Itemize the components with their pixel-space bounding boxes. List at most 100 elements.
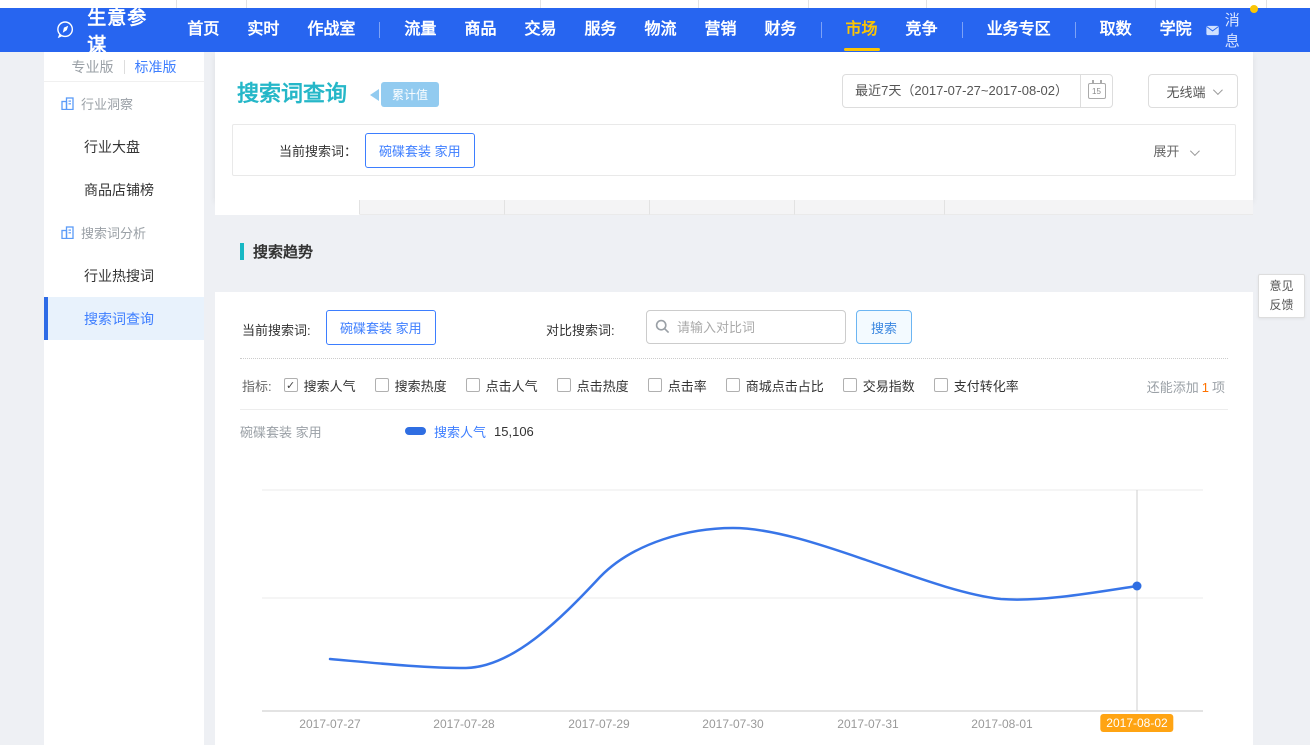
expand-label: 展开 xyxy=(1153,144,1179,159)
terminal-dropdown[interactable]: 无线端 xyxy=(1148,74,1238,108)
sidebar-item-goods-shop-rank[interactable]: 商品店铺榜 xyxy=(44,168,204,211)
metric-trade-index[interactable]: 交易指数 xyxy=(843,376,915,395)
sidebar-item-label: 行业大盘 xyxy=(84,137,140,157)
page-title: 搜索词查询 xyxy=(237,76,347,108)
add-more-hint: 还能添加1项 xyxy=(1147,377,1225,396)
tab-segment[interactable] xyxy=(650,200,795,215)
nav-item-trade[interactable]: 交易 xyxy=(510,8,570,52)
metric-mall-click-share[interactable]: 商城点击占比 xyxy=(726,376,824,395)
sidebar-item-industry-dashboard[interactable]: 行业大盘 xyxy=(44,125,204,168)
calendar-icon: 15 xyxy=(1088,83,1106,99)
checkbox-icon[interactable] xyxy=(557,378,571,392)
sidebar-section-industry-insight: 行业洞察 xyxy=(44,82,204,125)
x-tick: 2017-07-27 xyxy=(299,717,360,731)
calendar-button[interactable]: 15 xyxy=(1080,75,1112,107)
nav-item-goods[interactable]: 商品 xyxy=(450,8,510,52)
expand-toggle[interactable]: 展开 xyxy=(1153,141,1197,160)
sidebar-item-hot-search-words[interactable]: 行业热搜词 xyxy=(44,254,204,297)
metric-search-popularity[interactable]: 搜索人气 xyxy=(284,376,356,395)
tab-segment[interactable] xyxy=(795,200,945,215)
metric-label: 点击热度 xyxy=(577,376,629,395)
endpoint-marker[interactable] xyxy=(1133,582,1142,591)
nav-item-logistics[interactable]: 物流 xyxy=(630,8,690,52)
nav-item-business-zone[interactable]: 业务专区 xyxy=(973,8,1065,52)
nav-item-traffic[interactable]: 流量 xyxy=(390,8,450,52)
sidebar-section-label: 行业洞察 xyxy=(81,94,133,113)
sidebar-item-label: 行业热搜词 xyxy=(84,266,154,286)
sidebar-section-label: 搜索词分析 xyxy=(81,223,146,242)
cumulative-badge: 累计值 xyxy=(370,82,439,107)
nav-divider xyxy=(379,22,380,38)
tab-segment[interactable] xyxy=(505,200,650,215)
nav-item-warroom[interactable]: 作战室 xyxy=(293,8,369,52)
legend-keyword: 碗碟套装 家用 xyxy=(240,422,405,441)
nav-item-home[interactable]: 首页 xyxy=(173,8,233,52)
section-title-text: 搜索趋势 xyxy=(253,241,313,262)
search-button[interactable]: 搜索 xyxy=(856,310,912,344)
sidebar-item-label: 商品店铺榜 xyxy=(84,180,154,200)
nav-item-realtime[interactable]: 实时 xyxy=(233,8,293,52)
nav-item-marketing[interactable]: 营销 xyxy=(691,8,751,52)
nav-divider xyxy=(1075,22,1076,38)
add-more-suffix: 项 xyxy=(1212,380,1225,395)
nav-item-market-active[interactable]: 市场 xyxy=(832,8,892,52)
feedback-label-line2: 反馈 xyxy=(1269,296,1293,315)
current-keyword-button[interactable]: 碗碟套装 家用 xyxy=(365,133,475,168)
metric-click-popularity[interactable]: 点击人气 xyxy=(466,376,538,395)
checkbox-checked-icon[interactable] xyxy=(284,378,298,392)
nav-items: 首页 实时 作战室 流量 商品 交易 服务 物流 营销 财务 市场 竞争 业务专… xyxy=(173,8,1205,52)
nav-item-data-fetch[interactable]: 取数 xyxy=(1086,8,1146,52)
checkbox-icon[interactable] xyxy=(466,378,480,392)
building-icon xyxy=(61,97,74,110)
trend-keyword-button[interactable]: 碗碟套装 家用 xyxy=(326,310,436,345)
nav-item-finance[interactable]: 财务 xyxy=(751,8,811,52)
metric-click-heat[interactable]: 点击热度 xyxy=(557,376,629,395)
chevron-down-icon xyxy=(1212,85,1222,95)
compare-keyword-input[interactable] xyxy=(646,310,846,344)
message-label: 消息 xyxy=(1225,9,1248,51)
checkbox-icon[interactable] xyxy=(375,378,389,392)
brand-name: 生意参谋 xyxy=(87,3,149,57)
current-keyword-label: 当前搜索词： xyxy=(279,141,357,160)
metric-label: 支付转化率 xyxy=(954,376,1019,395)
checkbox-icon[interactable] xyxy=(934,378,948,392)
nav-divider xyxy=(821,22,822,38)
nav-item-academy[interactable]: 学院 xyxy=(1146,8,1206,52)
date-range-picker[interactable]: 最近7天（2017-07-27~2017-08-02） 15 xyxy=(842,74,1113,108)
checkbox-icon[interactable] xyxy=(726,378,740,392)
x-tick-highlighted: 2017-08-02 xyxy=(1100,714,1173,732)
sidebar-item-search-word-query[interactable]: 搜索词查询 xyxy=(44,297,204,340)
version-standard[interactable]: 标准版 xyxy=(135,57,177,77)
x-tick: 2017-08-01 xyxy=(971,717,1032,731)
trend-line-chart[interactable]: 2017-07-27 2017-07-28 2017-07-29 2017-07… xyxy=(262,480,1203,742)
checkbox-icon[interactable] xyxy=(843,378,857,392)
legend-line-swatch xyxy=(405,427,426,435)
terminal-label: 无线端 xyxy=(1166,82,1205,101)
nav-item-competition[interactable]: 竞争 xyxy=(892,8,952,52)
tab-segment-active[interactable] xyxy=(215,200,360,215)
search-trend-card: 当前搜索词: 碗碟套装 家用 对比搜索词: 搜索 指标: 搜索人气 搜索热度 点… xyxy=(215,292,1253,745)
legend-series-name[interactable]: 搜索人气 xyxy=(434,422,486,441)
metric-click-rate[interactable]: 点击率 xyxy=(648,376,707,395)
message-button[interactable]: 消息 xyxy=(1206,9,1248,51)
tab-segment[interactable] xyxy=(945,200,1253,215)
brand[interactable]: 生意参谋 xyxy=(55,3,149,57)
metric-payment-conversion[interactable]: 支付转化率 xyxy=(934,376,1019,395)
tab-segment[interactable] xyxy=(360,200,505,215)
metrics-label: 指标: xyxy=(242,376,272,395)
x-tick: 2017-07-28 xyxy=(433,717,494,731)
metric-label: 点击率 xyxy=(668,376,707,395)
add-more-count: 1 xyxy=(1202,380,1209,395)
top-content-sliver xyxy=(0,0,1310,8)
version-pro[interactable]: 专业版 xyxy=(72,57,114,77)
sidebar-rail xyxy=(0,52,44,745)
current-keyword-panel: 当前搜索词： 碗碟套装 家用 展开 xyxy=(232,124,1236,176)
envelope-icon xyxy=(1206,24,1219,37)
nav-item-service[interactable]: 服务 xyxy=(570,8,630,52)
feedback-label-line1: 意见 xyxy=(1269,277,1293,296)
badge-arrow-left-icon xyxy=(370,89,379,101)
checkbox-icon[interactable] xyxy=(648,378,662,392)
feedback-button[interactable]: 意见 反馈 xyxy=(1258,274,1305,318)
date-range-text: 最近7天（2017-07-27~2017-08-02） xyxy=(843,75,1080,107)
metric-search-heat[interactable]: 搜索热度 xyxy=(375,376,447,395)
